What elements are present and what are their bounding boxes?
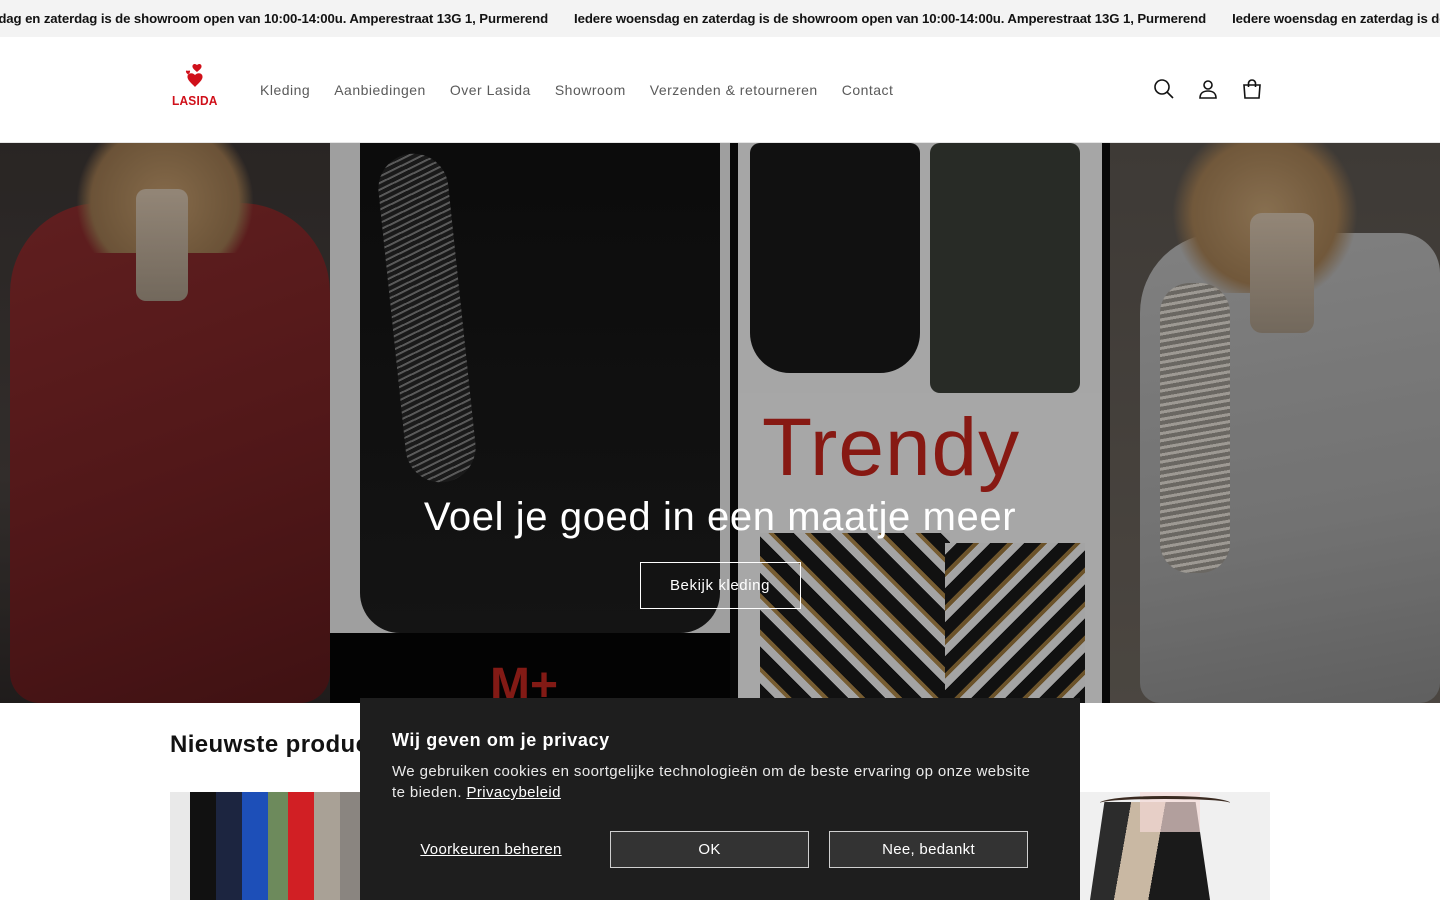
nav-item-verzenden[interactable]: Verzenden & retourneren [638, 82, 830, 98]
accept-cookies-button[interactable]: OK [610, 831, 809, 868]
announcement-message: Iedere woensdag en zaterdag is de showro… [574, 11, 1207, 26]
cookie-actions: Voorkeuren beheren OK Nee, bedankt [392, 831, 1048, 868]
nav-item-aanbiedingen[interactable]: Aanbiedingen [322, 82, 438, 98]
search-icon [1154, 79, 1174, 99]
announcement-bar: Iedere woensdag en zaterdag is de showro… [0, 0, 1440, 37]
nav-item-over-lasida[interactable]: Over Lasida [438, 82, 543, 98]
cookie-title: Wij geven om je privacy [392, 730, 610, 750]
account-button[interactable] [1186, 67, 1230, 111]
cookie-text: We gebruiken cookies en soortgelijke tec… [392, 761, 1048, 803]
cookie-banner: Wij geven om je privacy We gebruiken coo… [360, 698, 1080, 900]
product-card[interactable] [1080, 792, 1270, 900]
announcement-track: Iedere woensdag en zaterdag is de showro… [0, 0, 1440, 37]
nav-item-kleding[interactable]: Kleding [248, 82, 322, 98]
main-nav: Kleding Aanbiedingen Over Lasida Showroo… [248, 37, 905, 143]
announcement-message: Iedere woensdag en zaterdag is de showro… [0, 11, 549, 26]
cart-icon [1243, 79, 1261, 99]
decline-cookies-button[interactable]: Nee, bedankt [829, 831, 1028, 868]
logo[interactable]: LASIDA [170, 63, 220, 115]
privacy-policy-link[interactable]: Privacybeleid [466, 784, 560, 801]
cart-button[interactable] [1230, 67, 1274, 111]
site-header: LASIDA Kleding Aanbiedingen Over Lasida … [0, 37, 1440, 143]
product-card[interactable] [170, 792, 370, 900]
shop-clothing-button[interactable]: Bekijk kleding [639, 562, 801, 609]
header-icons [1142, 67, 1274, 111]
hero-content: Voel je goed in een maatje meer Bekijk k… [0, 495, 1440, 609]
hero-banner: M+ Trendy Voel je goed in een maatje mee… [0, 143, 1440, 703]
hero-title: Voel je goed in een maatje meer [423, 495, 1017, 539]
manage-preferences-button[interactable]: Voorkeuren beheren [392, 831, 590, 868]
nav-item-contact[interactable]: Contact [830, 82, 906, 98]
nav-item-showroom[interactable]: Showroom [543, 82, 638, 98]
search-button[interactable] [1142, 67, 1186, 111]
announcement-message: Iedere woensdag en zaterdag is de showro… [1232, 11, 1440, 26]
account-icon [1199, 80, 1217, 99]
hearts-logo-icon [185, 63, 203, 87]
logo-text: LASIDA [172, 93, 218, 108]
